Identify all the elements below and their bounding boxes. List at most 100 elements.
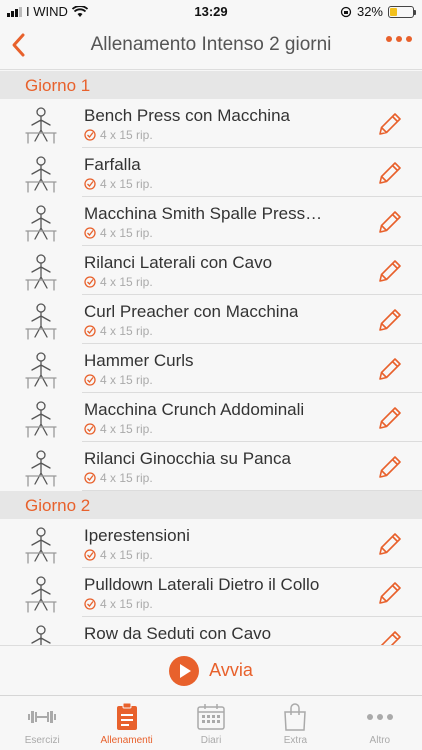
exercise-illustration-icon [25, 254, 57, 291]
tab-diari[interactable]: Diari [169, 696, 253, 750]
day-section-header: Giorno 1 [0, 71, 422, 99]
exercise-row[interactable]: Row da Seduti con Cavo4 x 15 rip. [0, 617, 422, 645]
exercise-name: Macchina Crunch Addominali [84, 400, 305, 419]
start-workout-button[interactable]: Avvia [0, 645, 422, 695]
exercise-name: Curl Preacher con Macchina [84, 302, 299, 321]
calendar-icon [195, 702, 227, 732]
exercise-sets: 4 x 15 rip. [84, 373, 153, 387]
battery-fill [390, 7, 398, 16]
exercise-name: Iperestensioni [84, 526, 190, 545]
sets-text: 4 x 15 rip. [100, 275, 153, 289]
checklist-icon [84, 423, 96, 435]
edit-pencil-icon[interactable] [376, 628, 404, 645]
checklist-icon [84, 598, 96, 610]
exercise-row[interactable]: Bench Press con Macchina 4 x 15 rip. [0, 99, 422, 148]
sets-text: 4 x 15 rip. [100, 597, 153, 611]
tab-label: Diari [200, 735, 222, 746]
more-options-icon[interactable] [386, 36, 412, 42]
nav-bar: Allenamento Intenso 2 giorni [0, 22, 422, 70]
tab-label: Esercizi [24, 735, 60, 746]
exercise-illustration-icon [25, 450, 57, 487]
exercise-row[interactable]: Farfalla 4 x 15 rip. [0, 148, 422, 197]
edit-pencil-icon[interactable] [376, 530, 404, 558]
exercise-illustration-icon [25, 156, 57, 193]
status-right: 32% [340, 4, 416, 19]
more-icon [364, 702, 396, 732]
exercise-row[interactable]: Macchina Crunch Addominali 4 x 15 rip. [0, 393, 422, 442]
exercise-name: Bench Press con Macchina [84, 106, 290, 125]
exercise-row[interactable]: Macchina Smith Spalle Press… 4 x 15 rip. [0, 197, 422, 246]
exercise-row[interactable]: Rilanci Ginocchia su Panca 4 x 15 rip. [0, 442, 422, 491]
tab-bar: Esercizi Allenamenti Diari Extra Altro [0, 695, 422, 750]
exercise-row[interactable]: Curl Preacher con Macchina 4 x 15 rip. [0, 295, 422, 344]
sets-text: 4 x 15 rip. [100, 422, 153, 436]
exercise-row[interactable]: Iperestensioni 4 x 15 rip. [0, 519, 422, 568]
tab-altro[interactable]: Altro [338, 696, 422, 750]
exercise-illustration-icon [25, 303, 57, 340]
page-title: Allenamento Intenso 2 giorni [90, 34, 332, 55]
edit-pencil-icon[interactable] [376, 306, 404, 334]
tab-label: Extra [283, 735, 308, 746]
exercise-illustration-icon [25, 401, 57, 438]
start-label: Avvia [209, 660, 253, 680]
exercise-sets: 4 x 15 rip. [84, 128, 153, 142]
exercise-illustration-icon [31, 625, 51, 645]
rotation-lock-icon [340, 6, 352, 17]
exercise-list[interactable]: Giorno 1 Bench Press con Macchina 4 x 15 r… [0, 71, 422, 645]
sets-text: 4 x 15 rip. [100, 471, 153, 485]
checklist-icon [84, 276, 96, 288]
checklist-icon [84, 374, 96, 386]
exercise-name: Rilanci Laterali con Cavo [84, 253, 273, 272]
dumbbell-icon [26, 702, 58, 732]
exercise-row[interactable]: Rilanci Laterali con Cavo 4 x 15 rip. [0, 246, 422, 295]
exercise-sets: 4 x 15 rip. [84, 471, 153, 485]
tab-label: Altro [369, 735, 391, 746]
battery-icon [388, 5, 416, 18]
exercise-row[interactable]: Hammer Curls 4 x 15 rip. [0, 344, 422, 393]
status-bar: I WIND 13:29 32% [0, 0, 422, 22]
edit-pencil-icon[interactable] [376, 404, 404, 432]
exercise-row[interactable]: Pulldown Laterali Dietro il Collo 4 x 15 … [0, 568, 422, 617]
checklist-icon [84, 472, 96, 484]
exercise-illustration-icon [25, 576, 57, 613]
exercise-sets: 4 x 15 rip. [84, 177, 153, 191]
exercise-illustration-icon [25, 527, 57, 564]
edit-pencil-icon[interactable] [376, 355, 404, 383]
exercise-illustration-icon [25, 352, 57, 389]
exercise-illustration-icon [25, 205, 57, 242]
exercise-name: Hammer Curls [84, 351, 194, 370]
checklist-icon [84, 129, 96, 141]
shopping-bag-icon [279, 702, 311, 732]
exercise-sets: 4 x 15 rip. [84, 422, 153, 436]
tab-allenamenti[interactable]: Allenamenti [84, 696, 168, 750]
tab-label: Allenamenti [100, 735, 153, 746]
back-chevron-icon[interactable] [6, 30, 34, 60]
exercise-sets: 4 x 15 rip. [84, 324, 153, 338]
play-icon [169, 655, 200, 686]
tab-extra[interactable]: Extra [253, 696, 337, 750]
battery-percent: 32% [356, 4, 383, 19]
edit-pencil-icon[interactable] [376, 579, 404, 607]
checklist-icon [84, 549, 96, 561]
checklist-icon [84, 178, 96, 190]
sets-text: 4 x 15 rip. [100, 548, 153, 562]
edit-pencil-icon[interactable] [376, 453, 404, 481]
exercise-illustration-icon [25, 107, 57, 144]
edit-pencil-icon[interactable] [376, 159, 404, 187]
tab-esercizi[interactable]: Esercizi [0, 696, 84, 750]
day-section-header: Giorno 2 [0, 491, 422, 519]
checklist-icon [84, 325, 96, 337]
clipboard-icon [111, 702, 143, 732]
edit-pencil-icon[interactable] [376, 208, 404, 236]
exercise-name: Farfalla [84, 155, 141, 174]
exercise-sets: 4 x 15 rip. [84, 597, 153, 611]
sets-text: 4 x 15 rip. [100, 177, 153, 191]
exercise-name: Pulldown Laterali Dietro il Collo [84, 575, 320, 594]
exercise-sets: 4 x 15 rip. [84, 548, 153, 562]
sets-text: 4 x 15 rip. [100, 373, 153, 387]
exercise-name: Row da Seduti con Cavo [84, 624, 272, 643]
edit-pencil-icon[interactable] [376, 257, 404, 285]
sets-text: 4 x 15 rip. [100, 128, 153, 142]
edit-pencil-icon[interactable] [376, 110, 404, 138]
sets-text: 4 x 15 rip. [100, 324, 153, 338]
